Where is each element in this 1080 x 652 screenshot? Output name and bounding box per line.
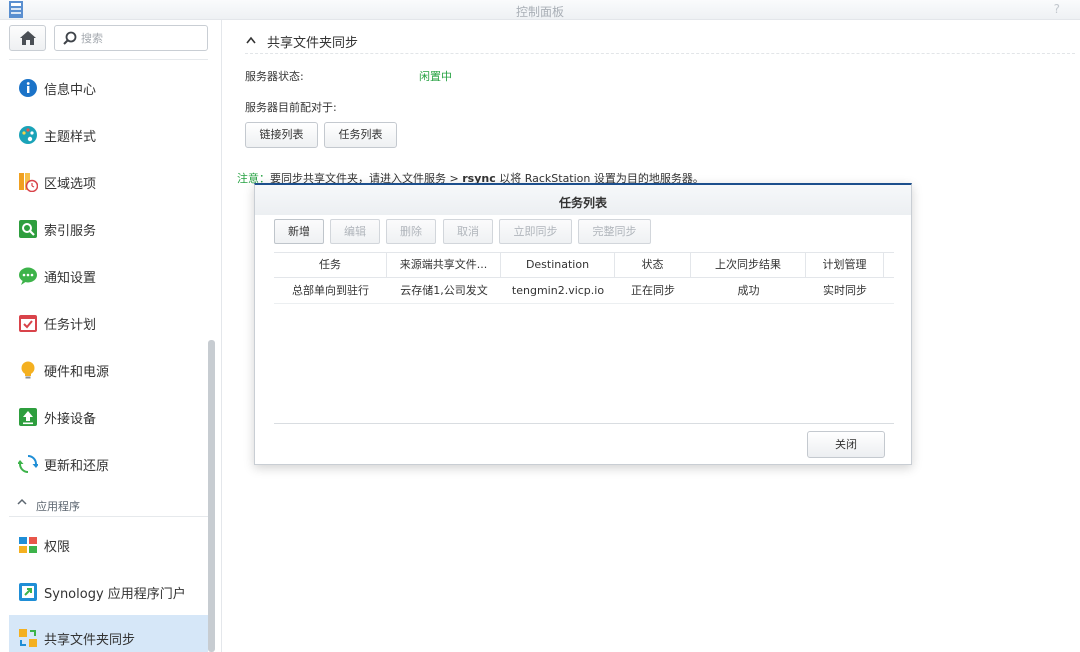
calendar-check-icon xyxy=(19,315,37,332)
section-title-text: 共享文件夹同步 xyxy=(267,36,359,51)
sidebar-item-label: 通知设置 xyxy=(44,271,97,286)
sidebar-divider xyxy=(9,59,208,60)
chevron-up-icon xyxy=(246,36,256,44)
cell-last-sync-result: 成功 xyxy=(737,284,760,297)
window-title: 控制面板 xyxy=(515,5,564,19)
search-input[interactable] xyxy=(81,30,201,46)
shared-folder-sync-icon xyxy=(19,629,37,647)
palette-icon xyxy=(19,126,37,144)
sidebar-item-shared-folder-sync[interactable]: 共享文件夹同步 xyxy=(9,615,208,652)
column-header-last-sync-result[interactable]: 上次同步结果 xyxy=(691,253,806,277)
task-list-dialog: 任务列表 新增 编辑 删除 取消 立即同步 完整同步 任务 来源端共享文件...… xyxy=(254,183,912,465)
task-list-button[interactable]: 任务列表 xyxy=(324,122,397,148)
sidebar-item-label: 区域选项 xyxy=(44,177,97,192)
sidebar-item-label: 信息中心 xyxy=(44,83,97,98)
column-header-destination[interactable]: Destination xyxy=(501,253,615,277)
chat-bubble-icon xyxy=(19,267,37,285)
paired-server-label: 服务器目前配对于: xyxy=(245,101,337,114)
sidebar-item-info-center[interactable]: 信息中心 xyxy=(9,68,208,108)
help-icon[interactable]: ? xyxy=(1054,2,1060,16)
sidebar-item-label: 外接设备 xyxy=(44,412,97,427)
sidebar-item-label: 硬件和电源 xyxy=(44,365,110,380)
sidebar-item-notification[interactable]: 通知设置 xyxy=(9,256,208,296)
chevron-up-icon xyxy=(17,498,27,505)
section-label: 应用程序 xyxy=(36,500,80,513)
sidebar-item-label: Synology 应用程序门户 xyxy=(44,587,186,602)
task-table: 任务 来源端共享文件... Destination 状态 上次同步结果 计划管理… xyxy=(274,252,894,424)
index-search-icon xyxy=(19,220,37,238)
server-status-label: 服务器状态: xyxy=(245,70,304,83)
sidebar-item-update-restore[interactable]: 更新和还原 xyxy=(9,444,208,484)
lightbulb-icon xyxy=(21,361,35,379)
table-header: 任务 来源端共享文件... Destination 状态 上次同步结果 计划管理 xyxy=(274,252,894,278)
cancel-button[interactable]: 取消 xyxy=(443,219,493,244)
cell-source-folder: 云存储1,公司发文 xyxy=(400,284,488,297)
search-icon xyxy=(63,31,77,45)
sidebar-item-theme[interactable]: 主题样式 xyxy=(9,115,208,155)
section-divider xyxy=(245,53,1075,54)
sidebar-item-external-devices[interactable]: 外接设备 xyxy=(9,397,208,437)
column-header-source-folder[interactable]: 来源端共享文件... xyxy=(387,253,501,277)
delete-button[interactable]: 删除 xyxy=(386,219,436,244)
region-clock-icon xyxy=(19,173,38,192)
cell-destination: tengmin2.vicp.io xyxy=(511,284,605,297)
edit-button[interactable]: 编辑 xyxy=(330,219,380,244)
sidebar-item-label: 共享文件夹同步 xyxy=(44,633,136,648)
sidebar-item-app-portal[interactable]: Synology 应用程序门户 xyxy=(9,572,208,612)
home-button[interactable] xyxy=(9,25,46,51)
info-icon xyxy=(19,79,37,97)
sidebar-item-label: 权限 xyxy=(44,540,71,555)
sidebar: 信息中心 主题样式 区域选项 索引服务 通知设置 任务计划 硬件和电源 外接设备… xyxy=(0,20,222,652)
sidebar-section-applications[interactable]: 应用程序 xyxy=(9,493,208,517)
sidebar-item-index-service[interactable]: 索引服务 xyxy=(9,209,208,249)
link-list-button[interactable]: 链接列表 xyxy=(245,122,318,148)
close-button[interactable]: 关闭 xyxy=(807,431,885,458)
sidebar-item-label: 任务计划 xyxy=(44,318,97,333)
upload-device-icon xyxy=(19,408,37,426)
search-box[interactable] xyxy=(54,25,208,51)
cell-status: 正在同步 xyxy=(631,284,675,297)
dialog-header[interactable]: 任务列表 xyxy=(255,185,911,215)
sidebar-item-label: 主题样式 xyxy=(44,130,97,145)
refresh-icon xyxy=(18,455,38,473)
sidebar-item-region[interactable]: 区域选项 xyxy=(9,162,208,202)
app-portal-icon xyxy=(19,583,37,601)
window-titlebar: 控制面板 ? xyxy=(0,0,1080,20)
sync-now-button[interactable]: 立即同步 xyxy=(499,219,572,244)
cell-schedule: 实时同步 xyxy=(823,284,867,297)
sidebar-item-label: 更新和还原 xyxy=(44,459,110,474)
permission-blocks-icon xyxy=(19,537,37,553)
sidebar-item-label: 索引服务 xyxy=(44,224,97,239)
full-sync-button[interactable]: 完整同步 xyxy=(578,219,651,244)
home-icon xyxy=(20,31,36,45)
sidebar-item-permissions[interactable]: 权限 xyxy=(9,525,208,565)
sidebar-scrollbar[interactable] xyxy=(208,340,215,652)
dialog-title: 任务列表 xyxy=(558,196,607,210)
add-button[interactable]: 新增 xyxy=(274,219,324,244)
table-row[interactable]: 总部单向到驻行 云存储1,公司发文 tengmin2.vicp.io 正在同步 … xyxy=(274,278,894,304)
column-header-schedule[interactable]: 计划管理 xyxy=(806,253,884,277)
sidebar-item-hardware-power[interactable]: 硬件和电源 xyxy=(9,350,208,390)
column-header-task[interactable]: 任务 xyxy=(274,253,387,277)
server-status-value: 闲置中 xyxy=(419,70,452,83)
column-header-status[interactable]: 状态 xyxy=(615,253,691,277)
sidebar-item-task-scheduler[interactable]: 任务计划 xyxy=(9,303,208,343)
cell-task: 总部单向到驻行 xyxy=(292,284,369,297)
